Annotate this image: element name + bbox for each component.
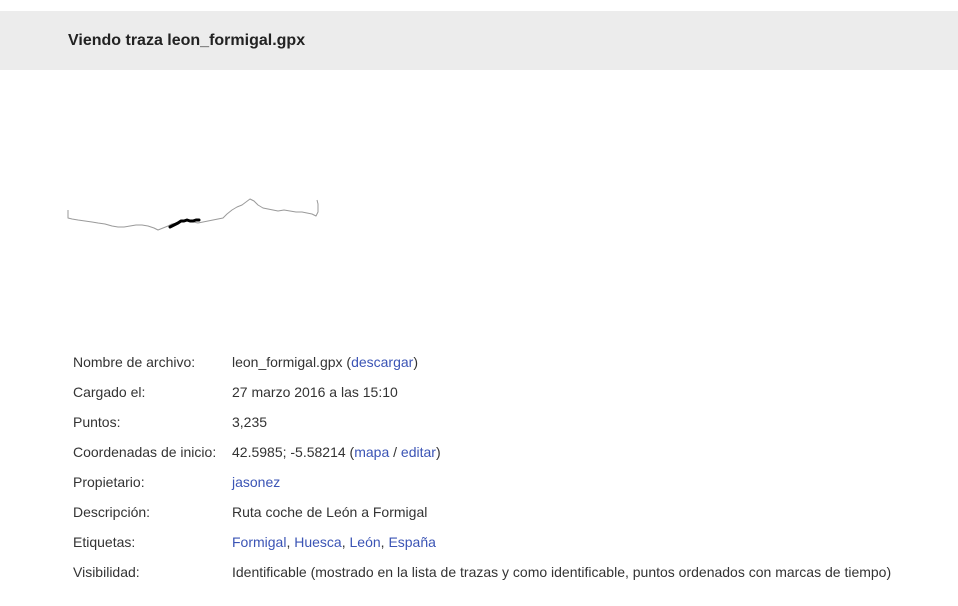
- page-header: Viendo traza leon_formigal.gpx: [0, 11, 958, 70]
- visibility-value: Identificable (mostrado en la lista de t…: [232, 564, 892, 580]
- detail-row-description: Descripción: Ruta coche de León a Formig…: [73, 500, 953, 530]
- filename-close-paren: ): [413, 354, 419, 370]
- start-coords-label: Coordenadas de inicio:: [73, 444, 217, 460]
- owner-label: Propietario:: [73, 474, 145, 490]
- tag-link-formigal[interactable]: Formigal: [232, 534, 286, 550]
- uploaded-value: 27 marzo 2016 a las 15:10: [232, 384, 398, 400]
- start-coords-close-paren: ): [435, 444, 441, 460]
- page-title: Viendo traza leon_formigal.gpx: [68, 32, 306, 49]
- map-link[interactable]: mapa: [354, 444, 389, 460]
- detail-row-tags: Etiquetas: Formigal, Huesca, León, Españ…: [73, 530, 953, 560]
- start-coords-open-paren: (: [345, 444, 355, 460]
- filename-value-group: leon_formigal.gpx (descargar): [232, 350, 418, 380]
- detail-row-uploaded: Cargado el: 27 marzo 2016 a las 15:10: [73, 380, 953, 410]
- trace-details: Nombre de archivo: leon_formigal.gpx (de…: [73, 350, 953, 590]
- filename-label: Nombre de archivo:: [73, 354, 196, 370]
- tags-label: Etiquetas:: [73, 534, 136, 550]
- tag-link-espana[interactable]: España: [388, 534, 435, 550]
- detail-row-filename: Nombre de archivo: leon_formigal.gpx (de…: [73, 350, 953, 380]
- points-value: 3,235: [232, 414, 268, 430]
- owner-value-group: jasonez: [232, 470, 280, 500]
- tag-link-leon[interactable]: León: [350, 534, 381, 550]
- trace-highlight-path: [168, 218, 201, 229]
- tags-value-group: Formigal, Huesca, León, España: [232, 530, 436, 560]
- tag-link-huesca[interactable]: Huesca: [294, 534, 341, 550]
- start-coords-separator: /: [389, 444, 401, 460]
- start-coords-value-group: 42.5985; -5.58214 (mapa / editar): [232, 440, 441, 470]
- filename-open-paren: (: [342, 354, 352, 370]
- description-value: Ruta coche de León a Formigal: [232, 504, 428, 520]
- owner-link[interactable]: jasonez: [232, 474, 280, 490]
- detail-row-points: Puntos: 3,235: [73, 410, 953, 440]
- visibility-label: Visibilidad:: [73, 564, 140, 580]
- tag-separator: ,: [341, 534, 350, 550]
- detail-row-owner: Propietario: jasonez: [73, 470, 953, 500]
- detail-row-start-coords: Coordenadas de inicio: 42.5985; -5.58214…: [73, 440, 953, 470]
- start-coords-value: 42.5985; -5.58214: [232, 444, 346, 460]
- trace-preview-image: [67, 198, 319, 231]
- description-label: Descripción:: [73, 504, 151, 520]
- uploaded-label: Cargado el:: [73, 384, 146, 400]
- trace-full-path: [67, 198, 319, 231]
- points-label: Puntos:: [73, 414, 121, 430]
- edit-link[interactable]: editar: [401, 444, 436, 460]
- filename-value: leon_formigal.gpx: [232, 354, 343, 370]
- detail-row-visibility: Visibilidad: Identificable (mostrado en …: [73, 560, 953, 590]
- download-link[interactable]: descargar: [351, 354, 413, 370]
